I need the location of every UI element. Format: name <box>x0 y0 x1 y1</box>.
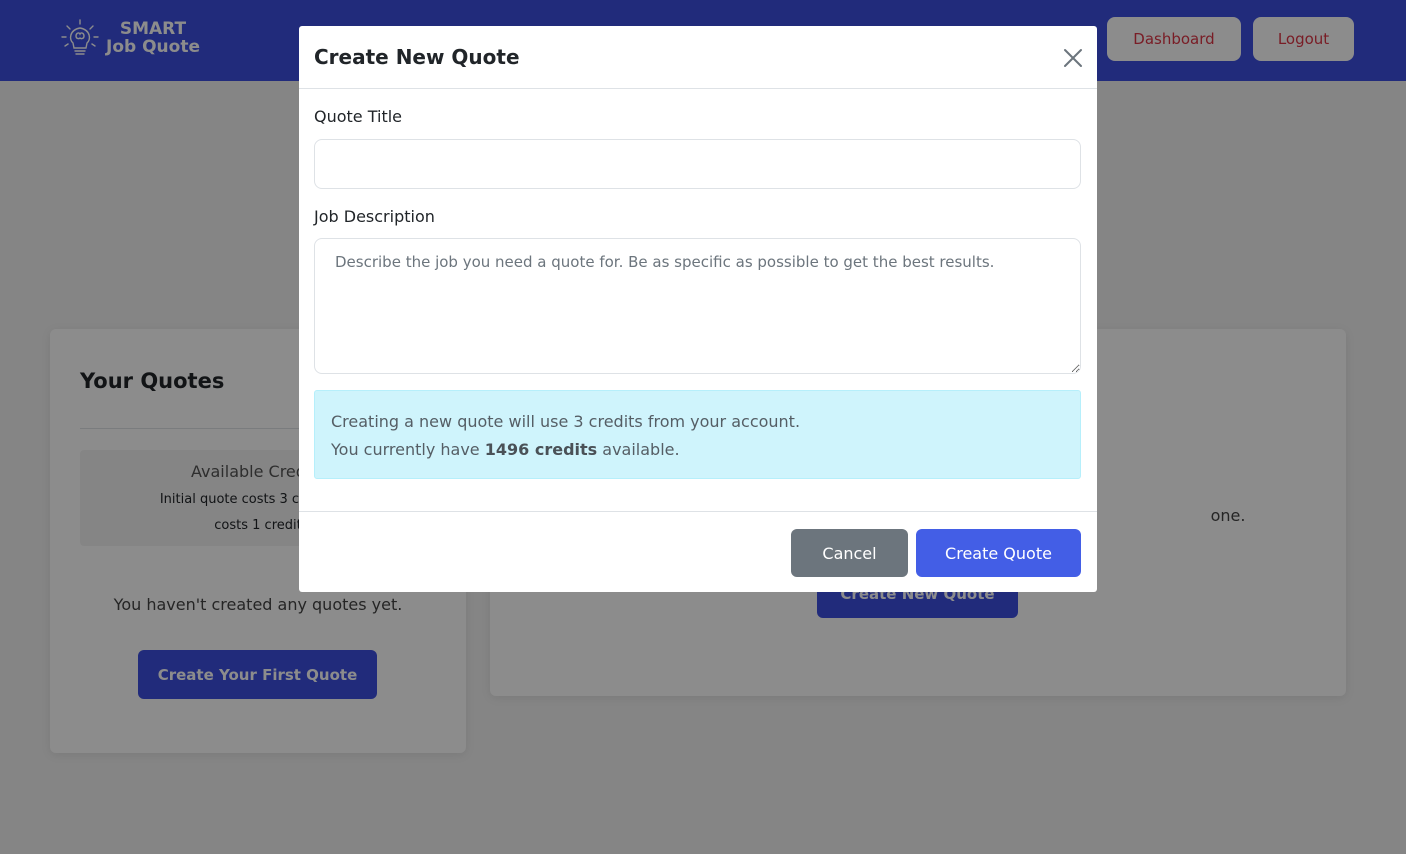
job-description-input[interactable] <box>314 238 1081 374</box>
alert-prefix: You currently have <box>331 440 485 459</box>
alert-suffix: available. <box>597 440 680 459</box>
quote-title-label: Quote Title <box>314 107 403 126</box>
modal-header: Create New Quote <box>299 26 1097 89</box>
close-button[interactable] <box>1059 44 1087 72</box>
cancel-button[interactable]: Cancel <box>791 529 908 577</box>
create-quote-button[interactable]: Create Quote <box>916 529 1081 577</box>
quote-title-input[interactable] <box>314 139 1081 189</box>
modal-title: Create New Quote <box>314 45 520 69</box>
create-quote-modal: Create New Quote Quote Title Job Descrip… <box>299 26 1097 592</box>
alert-line-2: You currently have 1496 credits availabl… <box>331 436 1064 464</box>
job-description-label: Job Description <box>314 207 435 226</box>
close-icon <box>1064 49 1082 67</box>
credits-info-alert: Creating a new quote will use 3 credits … <box>314 390 1081 479</box>
modal-footer: Cancel Create Quote <box>299 511 1097 592</box>
alert-credits-count: 1496 credits <box>484 440 598 459</box>
alert-line-1: Creating a new quote will use 3 credits … <box>331 412 801 431</box>
